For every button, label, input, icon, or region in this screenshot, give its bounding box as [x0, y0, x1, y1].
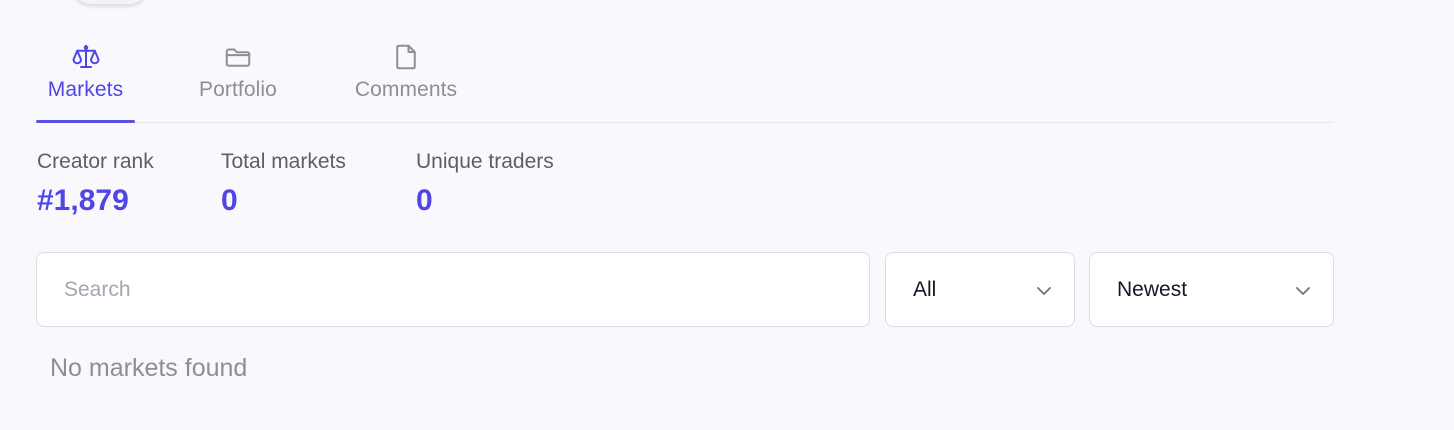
search-box [36, 252, 870, 327]
scale-icon [72, 44, 99, 68]
empty-state-message: No markets found [50, 354, 248, 382]
stat-label: Unique traders [416, 150, 554, 173]
chevron-down-icon [1296, 287, 1310, 295]
avatar [70, 0, 150, 4]
stat-value: 0 [221, 184, 238, 217]
profile-tabs: Markets Portfolio Comments [36, 40, 1334, 123]
tab-portfolio[interactable]: Portfolio [188, 40, 288, 121]
tab-label: Portfolio [199, 78, 277, 101]
stat-label: Creator rank [37, 150, 154, 173]
tab-label: Comments [354, 78, 458, 101]
filter-select[interactable]: All [885, 252, 1075, 327]
stat-total-markets: Total markets 0 [221, 150, 346, 218]
folder-icon [225, 48, 251, 67]
chevron-down-icon [1037, 287, 1051, 295]
stat-label: Total markets [221, 150, 346, 173]
tab-label: Markets [47, 78, 124, 101]
tab-comments[interactable]: Comments [345, 40, 467, 121]
sort-select-value: Newest [1117, 278, 1188, 301]
document-icon [396, 44, 416, 70]
stat-creator-rank: Creator rank #1,879 [37, 150, 154, 218]
search-input[interactable] [37, 253, 869, 326]
stat-value: 0 [416, 184, 433, 217]
sort-select[interactable]: Newest [1089, 252, 1334, 327]
filter-select-value: All [913, 278, 937, 301]
tab-markets[interactable]: Markets [36, 40, 135, 123]
stat-value: #1,879 [37, 184, 129, 217]
stat-unique-traders: Unique traders 0 [416, 150, 554, 218]
